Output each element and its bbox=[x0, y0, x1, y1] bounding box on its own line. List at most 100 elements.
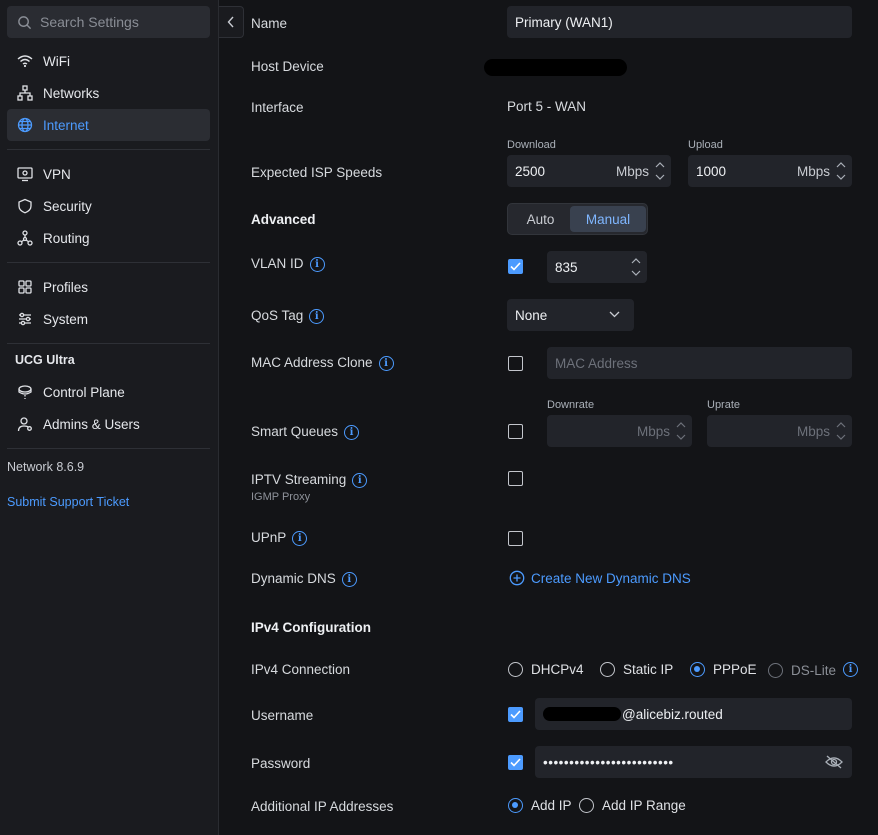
radio-add-ip-range[interactable] bbox=[579, 798, 594, 813]
password-checkbox[interactable] bbox=[508, 755, 523, 770]
downrate-unit: Mbps bbox=[636, 423, 670, 439]
qos-select[interactable]: None bbox=[507, 299, 634, 331]
additional-ip-label: Additional IP Addresses bbox=[251, 799, 394, 814]
download-unit: Mbps bbox=[615, 163, 649, 179]
shield-icon bbox=[16, 197, 34, 215]
sidebar-item-label: Control Plane bbox=[43, 384, 125, 400]
plus-circle-icon bbox=[509, 570, 525, 586]
mac-address-input[interactable]: MAC Address bbox=[547, 347, 852, 379]
uprate-unit: Mbps bbox=[796, 423, 830, 439]
sidebar: Search Settings WiFi Networks Internet V… bbox=[0, 0, 219, 835]
stepper-icon[interactable] bbox=[655, 159, 665, 183]
check-icon bbox=[510, 710, 521, 719]
sidebar-item-label: WiFi bbox=[43, 53, 70, 69]
info-icon[interactable]: i bbox=[378, 355, 394, 371]
stepper-icon[interactable] bbox=[676, 419, 686, 443]
sidebar-item-label: Routing bbox=[43, 230, 90, 246]
mac-clone-label-text: MAC Address Clone bbox=[251, 355, 373, 370]
users-icon bbox=[16, 415, 34, 433]
sidebar-item-admins-users[interactable]: Admins & Users bbox=[7, 408, 210, 440]
create-ddns-label: Create New Dynamic DNS bbox=[531, 570, 691, 586]
eye-off-icon[interactable] bbox=[825, 755, 843, 769]
uprate-input[interactable]: Mbps bbox=[707, 415, 852, 447]
upload-input[interactable]: 1000 Mbps bbox=[688, 155, 852, 187]
info-icon[interactable]: i bbox=[309, 256, 325, 272]
radio-dhcpv4[interactable] bbox=[508, 662, 523, 677]
ddns-label-text: Dynamic DNS bbox=[251, 571, 336, 586]
download-label: Download bbox=[507, 139, 556, 151]
ipv4-connection-label: IPv4 Connection bbox=[251, 662, 351, 677]
radio-pppoe[interactable] bbox=[690, 662, 705, 677]
advanced-label: Advanced bbox=[251, 212, 316, 227]
stepper-icon[interactable] bbox=[836, 419, 846, 443]
stepper-icon[interactable] bbox=[836, 159, 846, 183]
qos-value: None bbox=[515, 307, 548, 323]
info-icon[interactable]: i bbox=[352, 472, 368, 488]
profiles-icon bbox=[16, 278, 34, 296]
username-checkbox[interactable] bbox=[508, 707, 523, 722]
advanced-toggle: Auto Manual bbox=[507, 203, 648, 235]
divider bbox=[7, 343, 210, 344]
username-value: @alicebiz.routed bbox=[622, 706, 723, 722]
radio-add-ip-range-label[interactable]: Add IP Range bbox=[602, 798, 686, 813]
sidebar-item-label: Admins & Users bbox=[43, 416, 140, 432]
upnp-checkbox[interactable] bbox=[508, 531, 523, 546]
sidebar-item-profiles[interactable]: Profiles bbox=[7, 271, 210, 303]
support-ticket-link[interactable]: Submit Support Ticket bbox=[7, 495, 129, 509]
info-icon[interactable]: i bbox=[344, 424, 360, 440]
sidebar-item-system[interactable]: System bbox=[7, 303, 210, 335]
password-input[interactable]: ••••••••••••••••••••••••• bbox=[535, 746, 852, 778]
downrate-label: Downrate bbox=[547, 399, 595, 411]
download-input[interactable]: 2500 Mbps bbox=[507, 155, 671, 187]
username-input[interactable]: @alicebiz.routed bbox=[535, 698, 852, 730]
mac-clone-checkbox[interactable] bbox=[508, 356, 523, 371]
info-icon[interactable]: i bbox=[292, 530, 308, 546]
create-ddns-link[interactable]: Create New Dynamic DNS bbox=[509, 570, 691, 586]
sidebar-item-networks[interactable]: Networks bbox=[7, 77, 210, 109]
divider bbox=[7, 149, 210, 150]
radio-add-ip-label[interactable]: Add IP bbox=[531, 798, 572, 813]
name-input[interactable]: Primary (WAN1) bbox=[507, 6, 852, 38]
globe-icon bbox=[16, 116, 34, 134]
radio-dhcpv4-label[interactable]: DHCPv4 bbox=[531, 662, 584, 677]
iptv-sublabel: IGMP Proxy bbox=[251, 491, 311, 503]
radio-pppoe-label[interactable]: PPPoE bbox=[713, 662, 757, 677]
stepper-icon[interactable] bbox=[631, 255, 641, 279]
upload-label: Upload bbox=[688, 139, 723, 151]
interface-value: Port 5 - WAN bbox=[507, 99, 587, 114]
advanced-manual-option[interactable]: Manual bbox=[570, 206, 646, 232]
mac-clone-label: MAC Address Clone i bbox=[251, 355, 394, 371]
radio-ds-lite-label[interactable]: DS-Lite bbox=[791, 663, 836, 678]
host-device-redacted bbox=[484, 59, 627, 76]
uprate-label: Uprate bbox=[707, 399, 741, 411]
system-icon bbox=[16, 310, 34, 328]
sidebar-item-vpn[interactable]: VPN bbox=[7, 158, 210, 190]
sidebar-item-wifi[interactable]: WiFi bbox=[7, 45, 210, 77]
smart-queues-checkbox[interactable] bbox=[508, 424, 523, 439]
sidebar-item-routing[interactable]: Routing bbox=[7, 222, 210, 254]
radio-ds-lite[interactable] bbox=[768, 663, 783, 678]
vlan-checkbox[interactable] bbox=[508, 259, 523, 274]
ipv4-section-title: IPv4 Configuration bbox=[251, 620, 372, 635]
info-icon[interactable]: i bbox=[341, 571, 357, 587]
search-icon bbox=[18, 15, 32, 29]
qos-label: QoS Tag i bbox=[251, 308, 325, 324]
vlan-input[interactable]: 835 bbox=[547, 251, 647, 283]
iptv-checkbox[interactable] bbox=[508, 471, 523, 486]
device-section-title: UCG Ultra bbox=[15, 353, 75, 367]
sidebar-item-control-plane[interactable]: Control Plane bbox=[7, 376, 210, 408]
sidebar-item-security[interactable]: Security bbox=[7, 190, 210, 222]
sidebar-item-internet[interactable]: Internet bbox=[7, 109, 210, 141]
radio-add-ip[interactable] bbox=[508, 798, 523, 813]
radio-static-ip[interactable] bbox=[600, 662, 615, 677]
search-placeholder: Search Settings bbox=[40, 14, 139, 30]
advanced-auto-option[interactable]: Auto bbox=[511, 206, 570, 232]
downrate-input[interactable]: Mbps bbox=[547, 415, 692, 447]
radio-static-ip-label[interactable]: Static IP bbox=[623, 662, 673, 677]
search-input[interactable]: Search Settings bbox=[7, 6, 210, 38]
collapse-sidebar-button[interactable] bbox=[219, 6, 244, 38]
username-label: Username bbox=[251, 708, 314, 723]
info-icon[interactable]: i bbox=[843, 662, 858, 677]
info-icon[interactable]: i bbox=[309, 308, 325, 324]
chevron-down-icon bbox=[609, 311, 620, 318]
